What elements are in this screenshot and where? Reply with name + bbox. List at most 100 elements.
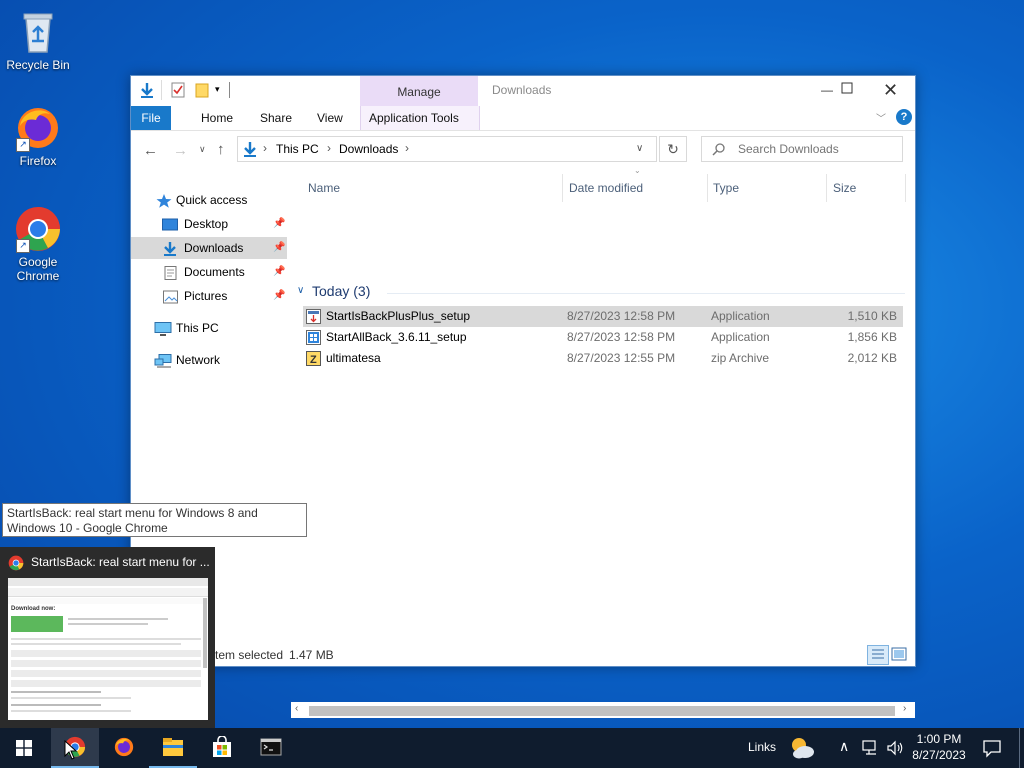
nav-item-desktop[interactable]: Desktop 📌 [131,213,287,235]
horizontal-scrollbar[interactable]: ‹ › [291,702,915,718]
scrollbar-thumb[interactable] [309,706,895,716]
nav-quick-access[interactable]: Quick access [131,189,287,211]
nav-item-pictures[interactable]: Pictures 📌 [131,285,287,307]
chrome-icon [8,555,24,571]
table-row[interactable]: Z ultimatesa 8/27/2023 12:55 PM zip Arch… [303,348,903,369]
file-type: zip Archive [711,351,770,365]
table-row[interactable]: StartIsBackPlusPlus_setup 8/27/2023 12:5… [303,306,903,327]
scroll-right-arrow-icon[interactable]: › [903,703,906,714]
computer-icon [154,321,172,336]
show-desktop-button[interactable] [1019,728,1024,768]
taskbar-tooltip: StartIsBack: real start menu for Windows… [2,503,307,537]
desktop-icon-label: Recycle Bin [6,58,70,72]
address-bar[interactable]: › This PC › Downloads › ∨ [237,136,657,162]
tab-home[interactable]: Home [193,106,241,130]
taskbar-terminal[interactable] [247,728,295,768]
refresh-icon[interactable]: ↻ [659,136,687,162]
properties-icon[interactable] [171,82,185,98]
column-header-date-modified[interactable]: Date modified [569,178,643,202]
breadcrumb-downloads[interactable]: Downloads [339,142,398,156]
chrome-taskbar-preview[interactable]: StartIsBack: real start menu for ... Dow… [0,547,215,728]
file-type: Application [711,330,770,344]
ribbon-expand-chevron-icon[interactable]: ﹀ [876,110,886,125]
windows-logo-icon [16,740,32,756]
large-icons-view-icon[interactable] [891,646,907,662]
file-name: StartIsBackPlusPlus_setup [326,309,471,323]
nav-label: This PC [176,321,219,335]
explorer-window: ▾ Manage Downloads — ✕ File Home Share V… [130,75,916,718]
nav-this-pc[interactable]: This PC [131,317,287,339]
group-header-today[interactable]: ∨ Today (3) [297,283,905,303]
start-button[interactable] [0,728,48,768]
tab-application-tools[interactable]: Application Tools [360,106,480,130]
details-view-icon[interactable] [867,645,889,665]
file-size: 2,012 KB [847,351,897,365]
search-input[interactable] [738,140,896,158]
nav-label: Pictures [184,289,228,303]
clock[interactable]: 1:00 PM 8/27/2023 [908,731,970,763]
sort-chevron-icon: ⌄ [634,166,641,175]
shortcut-arrow-icon: ↗ [16,138,30,152]
nav-item-documents[interactable]: Documents 📌 [131,261,287,283]
breadcrumb-separator-icon: › [263,141,267,155]
back-arrow-icon[interactable]: ← [143,142,158,159]
scroll-left-arrow-icon[interactable]: ‹ [295,703,298,714]
ribbon-tabs: File Home Share View Application Tools ﹀… [131,106,915,131]
file-date: 8/27/2023 12:55 PM [567,351,676,365]
downloads-arrow-icon [242,141,258,157]
nav-label: Downloads [184,241,244,255]
quick-access-toolbar-dropdown-icon[interactable]: ▾ [215,84,220,95]
breadcrumb-this-pc[interactable]: This PC [276,142,319,156]
preview-page-thumbnail: Download now: [8,578,208,720]
column-header-name[interactable]: Name [308,178,340,202]
address-row: ← → ∨ ↑ › This PC › Downloads › ∨ ↻ [131,130,915,170]
show-hidden-icons-chevron-icon[interactable]: ∧ [839,738,849,755]
documents-icon [164,265,180,280]
command-prompt-icon [260,736,282,758]
table-row[interactable]: StartAllBack_3.6.11_setup 8/27/2023 12:5… [303,327,903,348]
desktop-folder-icon [162,217,178,231]
column-header-size[interactable]: Size [833,178,856,202]
taskbar-file-explorer[interactable] [149,728,197,768]
pin-icon[interactable]: 📌 [273,261,285,283]
network-status-icon[interactable] [862,740,880,756]
breadcrumb-separator-icon: › [405,141,409,155]
forward-arrow-icon[interactable]: → [173,142,188,159]
tab-share[interactable]: Share [252,106,300,130]
pin-icon[interactable]: 📌 [273,237,285,259]
maximize-button[interactable] [841,82,857,98]
tab-view[interactable]: View [309,106,351,130]
help-icon[interactable]: ? [896,109,912,125]
nav-network[interactable]: Network [131,349,287,371]
nav-item-downloads[interactable]: Downloads 📌 [131,237,287,259]
recent-locations-chevron-icon[interactable]: ∨ [199,144,206,155]
file-size: 1,856 KB [847,330,897,344]
up-arrow-icon[interactable]: ↑ [217,141,225,158]
breadcrumb-separator-icon: › [327,141,331,155]
new-folder-icon[interactable] [195,82,209,98]
weather-icon[interactable] [788,734,816,762]
minimize-button[interactable]: — [817,80,837,100]
taskbar-firefox[interactable] [100,728,148,768]
address-dropdown-chevron-icon[interactable]: ∨ [636,143,643,154]
manage-contextual-group: Manage [360,76,478,106]
desktop-icon-recycle-bin[interactable]: Recycle Bin [2,8,74,72]
notifications-icon[interactable] [982,738,1002,758]
search-box[interactable] [701,136,903,162]
column-header-type[interactable]: Type [713,178,739,202]
file-name: StartAllBack_3.6.11_setup [326,330,467,344]
tab-file[interactable]: File [131,106,171,130]
network-icon [154,353,172,368]
taskbar-store[interactable] [198,728,246,768]
links-toolbar[interactable]: Links [748,740,776,754]
pin-icon[interactable]: 📌 [273,213,285,235]
volume-icon[interactable] [886,739,904,757]
close-button[interactable]: ✕ [883,80,903,100]
desktop-icon-label: Firefox [19,154,57,168]
file-list: ⌄ Name Date modified Type Size ∨ Today (… [291,166,915,718]
desktop-icon-firefox[interactable]: ↗ Firefox [2,104,74,168]
nav-label: Desktop [184,217,229,231]
desktop-icon-chrome[interactable]: ↗ Google Chrome [2,205,74,283]
pin-icon[interactable]: 📌 [273,285,285,307]
title-bar[interactable]: ▾ Manage Downloads — ✕ [131,76,915,106]
